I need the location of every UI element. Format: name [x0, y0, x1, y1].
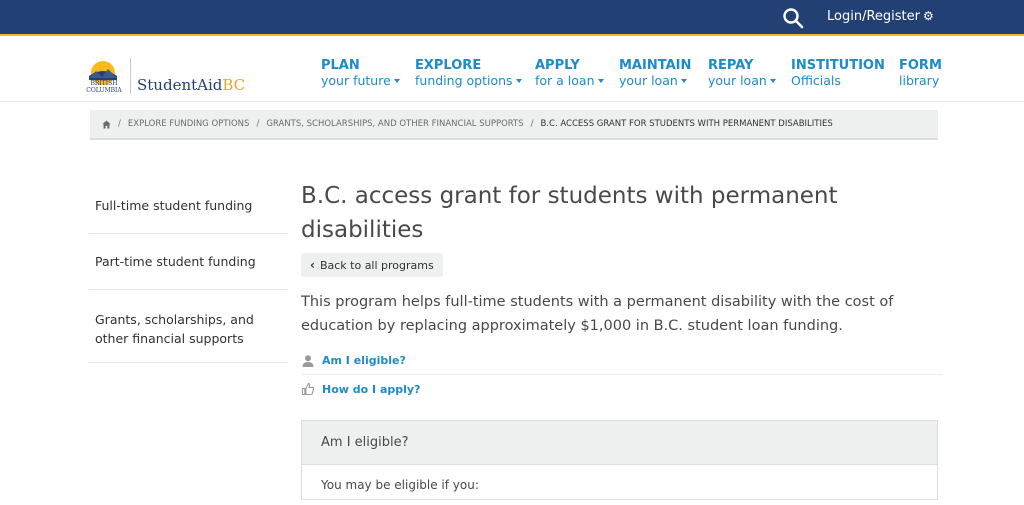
- am-i-eligible-link[interactable]: Am I eligible?: [322, 354, 406, 367]
- eligibility-panel: Am I eligible? You may be eligible if yo…: [301, 420, 938, 500]
- nav-repay[interactable]: REPAY your loan: [708, 58, 776, 88]
- nav-institution[interactable]: INSTITUTION Officials: [791, 58, 885, 88]
- back-to-programs-button[interactable]: ‹ Back to all programs: [301, 253, 443, 277]
- studentaidbc-logo[interactable]: BRITISH COLUMBIA StudentAidBC: [80, 56, 250, 96]
- how-do-i-apply-link[interactable]: How do I apply?: [322, 383, 420, 396]
- sidebar-nav: Full-time student funding Part-time stud…: [89, 177, 287, 363]
- breadcrumb-explore-funding[interactable]: Explore funding options: [128, 119, 250, 129]
- site-header: BRITISH COLUMBIA StudentAidBC PLAN your …: [0, 38, 1024, 102]
- login-register-link[interactable]: Login/Register ⚙: [827, 9, 934, 24]
- search-icon[interactable]: [781, 6, 805, 30]
- home-icon[interactable]: [102, 119, 111, 129]
- breadcrumb: / Explore funding options / Grants, scho…: [90, 110, 938, 140]
- breadcrumb-current: B.C. access grant for students with perm…: [540, 119, 833, 129]
- anchor-eligible-row: Am I eligible?: [301, 347, 943, 375]
- breadcrumb-grants-scholarships[interactable]: Grants, scholarships, and other financia…: [266, 119, 523, 129]
- sidebar-item-full-time[interactable]: Full-time student funding: [89, 177, 287, 234]
- anchor-apply-row: How do I apply?: [301, 375, 943, 403]
- brand-name: StudentAidBC: [137, 76, 246, 94]
- nav-maintain[interactable]: MAINTAIN your loan: [619, 58, 691, 88]
- user-icon: [302, 354, 314, 367]
- caret-down-icon: [769, 79, 776, 83]
- gear-icon: ⚙: [922, 9, 934, 23]
- eligibility-panel-heading: Am I eligible?: [302, 421, 937, 465]
- nav-apply[interactable]: APPLY for a loan: [535, 58, 604, 88]
- british-columbia-text: BRITISH COLUMBIA: [86, 80, 122, 94]
- sidebar-item-part-time[interactable]: Part-time student funding: [89, 234, 287, 290]
- page-title: B.C. access grant for students with perm…: [301, 183, 838, 243]
- program-intro: This program helps full-time students wi…: [301, 294, 894, 334]
- logo-divider: [130, 58, 131, 94]
- nav-plan[interactable]: PLAN your future: [321, 58, 400, 88]
- sidebar-item-grants[interactable]: Grants, scholarships, and other financia…: [89, 290, 287, 363]
- thumbs-up-icon: [301, 382, 315, 396]
- login-register-label: Login/Register: [827, 9, 920, 24]
- caret-down-icon: [393, 79, 400, 83]
- top-bar: Login/Register ⚙: [0, 0, 1024, 36]
- caret-down-icon: [515, 79, 522, 83]
- eligibility-panel-text: You may be eligible if you:: [321, 478, 479, 492]
- nav-form[interactable]: FORM library: [899, 58, 942, 88]
- caret-down-icon: [680, 79, 687, 83]
- chevron-left-icon: ‹: [310, 258, 315, 272]
- caret-down-icon: [597, 79, 604, 83]
- nav-explore[interactable]: EXPLORE funding options: [415, 58, 522, 88]
